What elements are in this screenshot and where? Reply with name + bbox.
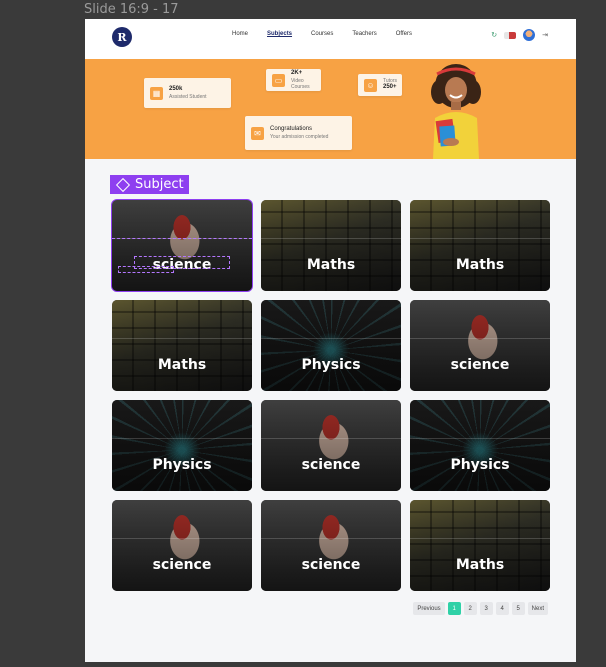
pagination: Previous 1 2 3 4 5 Next [413,602,548,615]
tutor-icon: ☺ [364,78,377,92]
subject-card[interactable]: science [410,300,550,391]
subject-card-overlay [112,500,252,591]
subject-card[interactable]: science [261,400,401,491]
subject-card-overlay [410,400,550,491]
stat-card-videos: ▭ 2K+ Video Courses [266,69,321,91]
pagination-next[interactable]: Next [527,602,548,615]
pagination-page-4[interactable]: 4 [495,602,509,615]
subject-card-label: science [301,557,361,573]
video-icon: ▭ [272,73,285,87]
subject-card-divider [410,238,550,239]
subject-card[interactable]: Maths [410,500,550,591]
subject-card-divider [410,338,550,339]
subject-card-overlay [261,500,401,591]
subject-card-label: Maths [455,257,505,273]
selection-box [118,266,174,273]
subject-card-divider [261,238,401,239]
stat-value: 250k [169,86,183,93]
subject-card-divider [112,538,252,539]
hero-banner: ▦ 250k Assisted Student ▭ 2K+ Video Cour… [85,59,576,159]
subject-card-divider [410,538,550,539]
mail-icon: ✉ [251,126,264,140]
section-title: Subject [135,177,184,192]
subject-card[interactable]: Maths [112,300,252,391]
subject-card-divider [261,338,401,339]
logout-icon[interactable]: ⇥ [542,31,548,39]
subject-card-overlay [410,500,550,591]
subject-card-overlay [112,300,252,391]
subject-card[interactable]: science [261,500,401,591]
section-title-tag[interactable]: Subject [110,175,189,194]
language-flag-icon[interactable] [504,31,517,39]
subject-card-divider [261,438,401,439]
stat-value: 250+ [383,84,397,91]
subject-card[interactable]: science [111,199,253,292]
subject-card[interactable]: Maths [261,200,401,291]
refresh-icon[interactable]: ↻ [491,31,497,39]
subject-card-divider [261,538,401,539]
pagination-page-2[interactable]: 2 [463,602,477,615]
diamond-icon [115,177,131,192]
subject-card[interactable]: Physics [112,400,252,491]
subject-card-overlay [410,300,550,391]
pagination-page-1[interactable]: 1 [447,602,461,615]
subject-card-divider [410,438,550,439]
navbar: R Home Subjects Courses Teachers Offers … [85,19,576,59]
subject-grid: science Maths Maths Maths Physics science Phys… [111,199,550,591]
pagination-previous[interactable]: Previous [413,602,445,615]
subject-card[interactable]: science [112,500,252,591]
nav-link-offers[interactable]: Offers [396,31,412,37]
subject-card[interactable]: Maths [410,200,550,291]
subject-card-overlay [410,200,550,291]
slide-label: Slide 16:9 - 17 [84,2,179,17]
notification-title: Congratulations [270,126,313,133]
nav-link-teachers[interactable]: Teachers [352,31,376,37]
subject-card-label: science [450,357,510,373]
stat-label: Assisted Student [169,93,207,100]
subject-card-overlay [112,400,252,491]
subject-card-overlay [261,200,401,291]
logo[interactable]: R [112,27,132,47]
user-avatar[interactable] [523,29,536,41]
calendar-icon: ▦ [150,86,163,100]
subject-card-divider [112,338,252,339]
pagination-page-3[interactable]: 3 [479,602,493,615]
subject-card-overlay [261,400,401,491]
subject-card-divider [112,438,252,439]
stat-card-admission: ✉ Congratulations Your admission complet… [245,116,352,150]
nav-link-courses[interactable]: Courses [311,31,333,37]
page-frame: R Home Subjects Courses Teachers Offers … [85,19,576,662]
notification-text: Your admission completed [270,133,329,140]
subject-card[interactable]: Physics [261,300,401,391]
subject-card-label: Physics [152,457,212,473]
nav-link-subjects[interactable]: Subjects [267,31,292,37]
subject-card-label: Maths [306,257,356,273]
subject-card-overlay [112,200,252,291]
subject-card-label: Maths [455,557,505,573]
pagination-page-5[interactable]: 5 [511,602,525,615]
subject-card-overlay [261,300,401,391]
subject-card-label: Physics [450,457,510,473]
subject-card[interactable]: Physics [410,400,550,491]
student-photo [431,64,481,159]
stat-label: Video Courses [291,77,310,90]
nav-links: Home Subjects Courses Teachers Offers [232,31,412,37]
subject-card-label: Physics [301,357,361,373]
stat-card-tutors: ☺ Tutors 250+ [358,74,402,96]
subject-card-label: Maths [157,357,207,373]
stat-value: 2K+ [291,70,303,77]
subject-card-label: science [152,557,212,573]
subject-card-label: science [301,457,361,473]
nav-actions: ↻ ⇥ [491,29,548,41]
selection-guide [112,238,252,239]
nav-link-home[interactable]: Home [232,31,248,37]
stat-card-students: ▦ 250k Assisted Student [144,78,231,108]
